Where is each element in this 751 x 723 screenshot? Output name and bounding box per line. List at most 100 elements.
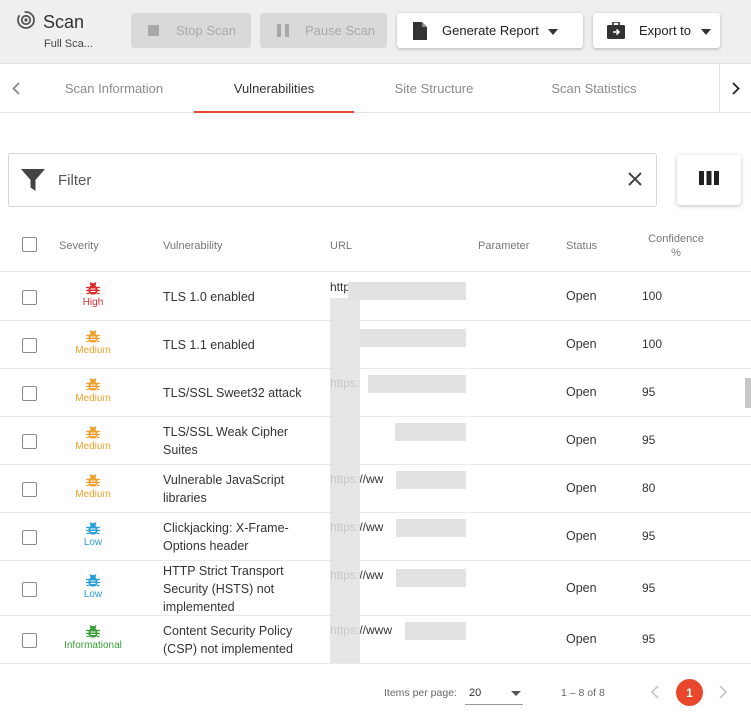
- row-checkbox[interactable]: [22, 386, 37, 401]
- confidence-cell: 100: [642, 289, 663, 303]
- table-row[interactable]: MediumVulnerable JavaScript librarieshtt…: [0, 465, 751, 513]
- stop-scan-label: Stop Scan: [176, 23, 236, 38]
- page-number-button[interactable]: 1: [676, 679, 703, 706]
- generate-report-button[interactable]: Generate Report: [397, 13, 583, 48]
- row-checkbox[interactable]: [22, 434, 37, 449]
- redacted-url-area: [368, 375, 466, 393]
- tab-bar: Scan Information Vulnerabilities Site St…: [0, 64, 751, 113]
- bug-icon: [54, 520, 132, 536]
- table-row[interactable]: Low HTTP Strict Transport Security (HSTS)…: [0, 561, 751, 616]
- stop-scan-button[interactable]: Stop Scan: [131, 13, 251, 48]
- severity-label: High: [82, 297, 104, 308]
- paginator: Items per page: 20 1 – 8 of 8 1: [0, 665, 751, 723]
- table-row[interactable]: Medium TLS/SSL Weak Cipher Suites Open 95: [0, 417, 751, 465]
- severity-label: Low: [83, 588, 103, 600]
- column-header-parameter[interactable]: Parameter: [478, 240, 529, 252]
- chevron-down-icon: [511, 691, 521, 696]
- page-title: Scan: [43, 12, 85, 32]
- column-header-url[interactable]: URL: [330, 240, 352, 252]
- items-per-page-select[interactable]: 20: [465, 683, 523, 705]
- generate-report-label: Generate Report: [442, 23, 539, 38]
- column-header-status[interactable]: Status: [566, 240, 597, 252]
- scrollbar-thumb[interactable]: [745, 378, 751, 408]
- pause-scan-button[interactable]: Pause Scan: [260, 13, 387, 48]
- close-icon[interactable]: [628, 172, 642, 191]
- bug-icon: [54, 424, 132, 440]
- confidence-cell: 95: [642, 433, 656, 447]
- severity-cell: Medium: [54, 376, 132, 404]
- bug-icon: [54, 572, 132, 588]
- tabs-scroll-left-button[interactable]: [0, 64, 32, 112]
- row-checkbox[interactable]: [22, 290, 37, 305]
- tab-vulnerabilities[interactable]: Vulnerabilities: [194, 64, 354, 113]
- pause-icon: [260, 24, 305, 37]
- severity-cell: High: [54, 280, 132, 308]
- status-cell: Open: [566, 337, 597, 351]
- redacted-url-area: [396, 471, 466, 489]
- redacted-url-area: [330, 298, 360, 663]
- row-checkbox[interactable]: [22, 482, 37, 497]
- chevron-down-icon: [701, 23, 712, 38]
- status-cell: Open: [566, 580, 597, 595]
- bug-icon: [54, 472, 132, 488]
- status-cell: Open: [566, 289, 597, 303]
- tab-site-structure[interactable]: Site Structure: [354, 64, 514, 112]
- row-checkbox[interactable]: [22, 581, 37, 597]
- vulnerability-cell[interactable]: TLS/SSL Weak Cipher Suites: [163, 423, 313, 459]
- page-range-label: 1 – 8 of 8: [561, 687, 605, 699]
- filter-label: Filter: [58, 172, 92, 189]
- confidence-cell: 95: [642, 385, 656, 399]
- row-checkbox[interactable]: [22, 338, 37, 353]
- severity-cell: Medium: [54, 472, 132, 500]
- vulnerability-cell[interactable]: TLS 1.1 enabled: [163, 336, 313, 354]
- tab-scan-information[interactable]: Scan Information: [34, 64, 194, 112]
- redacted-url-area: [348, 282, 466, 300]
- severity-cell: Medium: [54, 424, 132, 452]
- vulnerability-cell[interactable]: TLS/SSL Sweet32 attack: [163, 384, 313, 402]
- columns-button[interactable]: [677, 155, 741, 205]
- column-header-vulnerability[interactable]: Vulnerability: [163, 240, 223, 252]
- redacted-url-area: [396, 569, 466, 587]
- status-cell: Open: [566, 481, 597, 495]
- export-to-button[interactable]: Export to: [593, 13, 720, 48]
- column-header-confidence[interactable]: Confidence %: [642, 232, 710, 260]
- vulnerability-cell[interactable]: TLS 1.0 enabled: [163, 288, 313, 306]
- severity-label: Medium: [75, 345, 111, 356]
- chevron-down-icon: [547, 23, 558, 38]
- table-row[interactable]: LowClickjacking: X-Frame-Options headerh…: [0, 513, 751, 561]
- pause-scan-label: Pause Scan: [305, 23, 376, 38]
- export-to-label: Export to: [639, 23, 692, 38]
- confidence-cell: 95: [642, 580, 656, 595]
- confidence-cell: 95: [642, 529, 656, 543]
- table-row[interactable]: Informational Content Security Policy (CS…: [0, 616, 751, 664]
- row-checkbox[interactable]: [22, 530, 37, 545]
- redacted-url-area: [396, 519, 466, 537]
- filter-field[interactable]: Filter: [8, 153, 657, 207]
- severity-cell: Medium: [54, 328, 132, 356]
- tabs-scroll-right-button[interactable]: [719, 64, 751, 112]
- stop-icon: [131, 25, 176, 36]
- row-checkbox[interactable]: [22, 633, 37, 648]
- previous-page-button[interactable]: [650, 684, 660, 705]
- vulnerability-cell[interactable]: Content Security Policy (CSP) not implem…: [163, 622, 313, 658]
- vulnerability-cell[interactable]: Clickjacking: X-Frame-Options header: [163, 519, 313, 555]
- column-header-severity[interactable]: Severity: [59, 240, 99, 252]
- vulnerability-cell[interactable]: Vulnerable JavaScript libraries: [163, 471, 313, 507]
- select-all-checkbox[interactable]: [22, 237, 37, 252]
- scan-icon: [16, 10, 36, 35]
- items-per-page-value: 20: [469, 687, 482, 699]
- tab-scan-statistics[interactable]: Scan Statistics: [514, 64, 674, 112]
- scan-subtitle: Full Sca...: [44, 38, 93, 50]
- severity-label: Informational: [64, 640, 122, 651]
- next-page-button[interactable]: [718, 684, 728, 705]
- severity-cell: Low: [54, 572, 132, 600]
- table-header: Severity Vulnerability URL Parameter Sta…: [0, 222, 751, 272]
- severity-label: Medium: [75, 441, 111, 452]
- vulnerability-cell[interactable]: HTTP Strict Transport Security (HSTS) no…: [163, 562, 313, 616]
- status-cell: Open: [566, 385, 597, 399]
- bug-icon: [54, 328, 132, 344]
- bug-icon: [54, 280, 132, 296]
- status-cell: Open: [566, 529, 597, 543]
- confidence-cell: 95: [642, 632, 656, 646]
- redacted-url-area: [360, 329, 466, 347]
